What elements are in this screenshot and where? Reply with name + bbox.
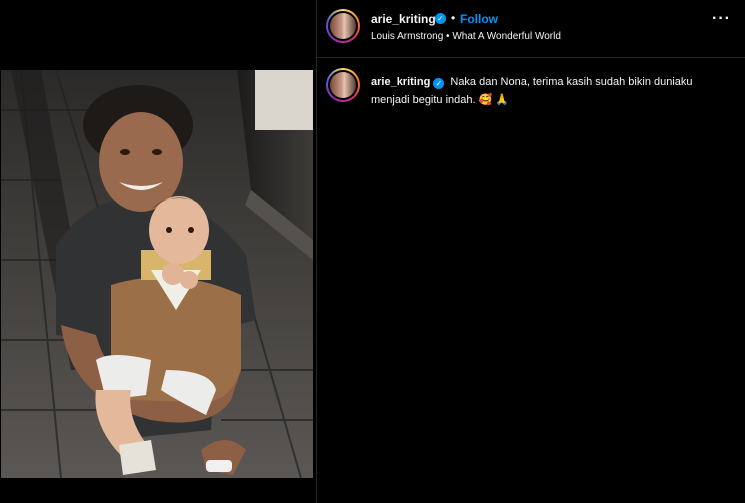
follow-button[interactable]: Follow [460, 12, 498, 26]
verified-badge-icon: ✓ [435, 13, 446, 24]
avatar-image [330, 13, 356, 39]
more-options-icon[interactable]: ··· [712, 11, 731, 27]
header-divider [317, 57, 745, 58]
caption-body: arie_kriting ✓ Naka dan Nona, terima kasi… [371, 73, 721, 109]
avatar-ring-inner [328, 70, 358, 100]
media-pane [0, 0, 316, 503]
caption-username[interactable]: arie_kriting [371, 76, 430, 88]
post-photo-illustration [1, 70, 313, 478]
author-username[interactable]: arie_kriting [371, 12, 436, 26]
post-photo[interactable] [1, 70, 313, 478]
caption-author-avatar[interactable] [326, 68, 360, 102]
post-header: arie_kriting ✓ • Follow Louis Armstrong … [317, 0, 745, 57]
post-info-pane: arie_kriting ✓ • Follow Louis Armstrong … [317, 0, 745, 503]
author-avatar[interactable] [326, 9, 360, 43]
header-separator: • [451, 11, 456, 25]
avatar-image [330, 72, 356, 98]
avatar-ring-inner [328, 11, 358, 41]
audio-track-link[interactable]: Louis Armstrong • What A Wonderful World [371, 31, 561, 42]
verified-badge-icon: ✓ [433, 78, 445, 89]
